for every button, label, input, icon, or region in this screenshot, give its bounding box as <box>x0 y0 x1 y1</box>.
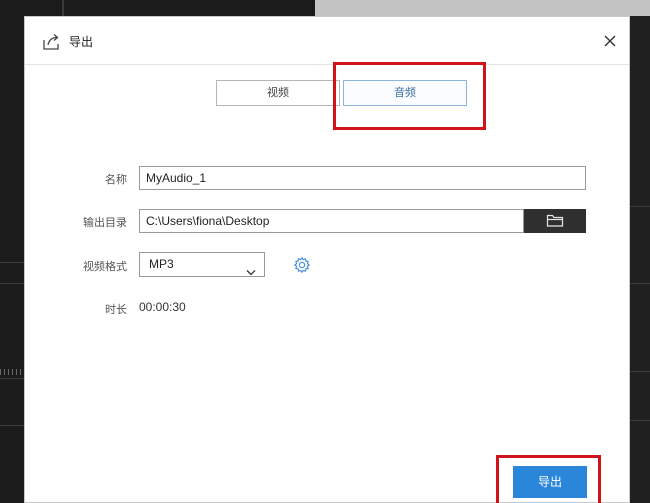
background-divider <box>630 206 650 207</box>
format-select-value: MP3 <box>149 257 174 271</box>
background-right-panel <box>630 16 650 503</box>
output-dir-label: 输出目录 <box>83 216 127 229</box>
name-input[interactable]: MyAudio_1 <box>139 166 586 190</box>
export-icon <box>41 30 63 52</box>
gear-icon[interactable] <box>293 256 311 274</box>
output-dir-input[interactable]: C:\Users\fiona\Desktop <box>139 209 524 233</box>
background-divider <box>0 262 24 263</box>
browse-folder-button[interactable] <box>524 209 586 233</box>
background-divider <box>630 283 650 284</box>
duration-label: 时长 <box>105 303 127 316</box>
export-type-tabs: 视频 音频 <box>216 80 467 106</box>
background-divider <box>630 371 650 372</box>
format-select[interactable]: MP3 <box>139 252 265 277</box>
background-divider <box>0 425 24 426</box>
duration-value: 00:00:30 <box>139 300 186 314</box>
export-dialog: 导出 视频 音频 名称 MyAudio_1 输出目录 C:\Users\fion… <box>24 16 630 503</box>
folder-icon <box>546 214 564 227</box>
chevron-down-icon <box>246 261 256 280</box>
background-divider <box>62 0 64 16</box>
tab-audio[interactable]: 音频 <box>343 80 467 106</box>
tab-video[interactable]: 视频 <box>216 80 340 106</box>
dialog-title-bar: 导出 <box>25 17 629 65</box>
background-preview-area <box>315 0 650 16</box>
export-button[interactable]: 导出 <box>513 466 587 498</box>
background-timeline-ruler <box>0 369 24 375</box>
dialog-title: 导出 <box>69 35 94 49</box>
background-divider <box>630 420 650 421</box>
name-label: 名称 <box>105 173 127 186</box>
background-divider <box>0 378 24 379</box>
format-label: 视频格式 <box>83 260 127 273</box>
close-icon[interactable] <box>599 30 621 52</box>
background-divider <box>0 283 24 284</box>
